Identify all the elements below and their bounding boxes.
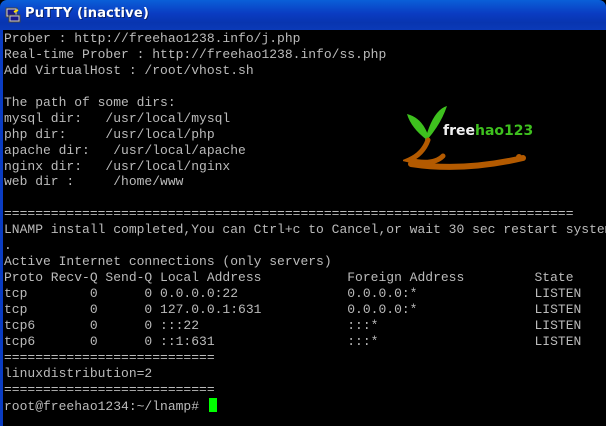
- terminal-area[interactable]: Prober : http://freehao1238.info/j.php Re…: [0, 30, 606, 426]
- terminal-output: Prober : http://freehao1238.info/j.php Re…: [4, 31, 606, 414]
- putty-app-icon: [5, 7, 21, 23]
- window-title: PuTTY (inactive): [25, 6, 149, 21]
- terminal-line: tcp6 0 0 ::1:631 :::* LISTEN: [4, 333, 582, 349]
- terminal-line: ===========================: [4, 349, 215, 365]
- terminal-line: Prober : http://freehao1238.info/j.php: [4, 31, 301, 46]
- terminal-line: .: [4, 238, 12, 254]
- terminal-line: root@freehao1234:~/lnamp#: [4, 397, 606, 414]
- sprout-logo-icon: [403, 106, 526, 170]
- terminal-line: ========================================…: [4, 206, 574, 222]
- watermark-text: freehao123: [443, 123, 534, 139]
- terminal-line: LNAMP install completed,You can Ctrl+c t…: [4, 222, 606, 238]
- terminal-line: Add VirtualHost : /root/vhost.sh: [4, 62, 254, 78]
- terminal-line: Proto Recv-Q Send-Q Local Address Foreig…: [4, 270, 574, 286]
- terminal-line: Real-time Prober : http://freehao1238.in…: [4, 46, 387, 62]
- terminal-line: tcp6 0 0 :::22 :::* LISTEN: [4, 317, 582, 333]
- window-titlebar[interactable]: PuTTY (inactive): [0, 0, 606, 30]
- terminal-line: ===========================: [4, 381, 215, 397]
- terminal-line: tcp 0 0 127.0.0.1:631 0.0.0.0:* LISTEN: [4, 301, 582, 317]
- terminal-line: tcp 0 0 0.0.0.0:22 0.0.0.0:* LISTEN: [4, 286, 582, 301]
- terminal-line: Active Internet connections (only server…: [4, 254, 332, 270]
- terminal-cursor: [208, 397, 217, 412]
- terminal-line: linuxdistribution=2: [4, 365, 153, 381]
